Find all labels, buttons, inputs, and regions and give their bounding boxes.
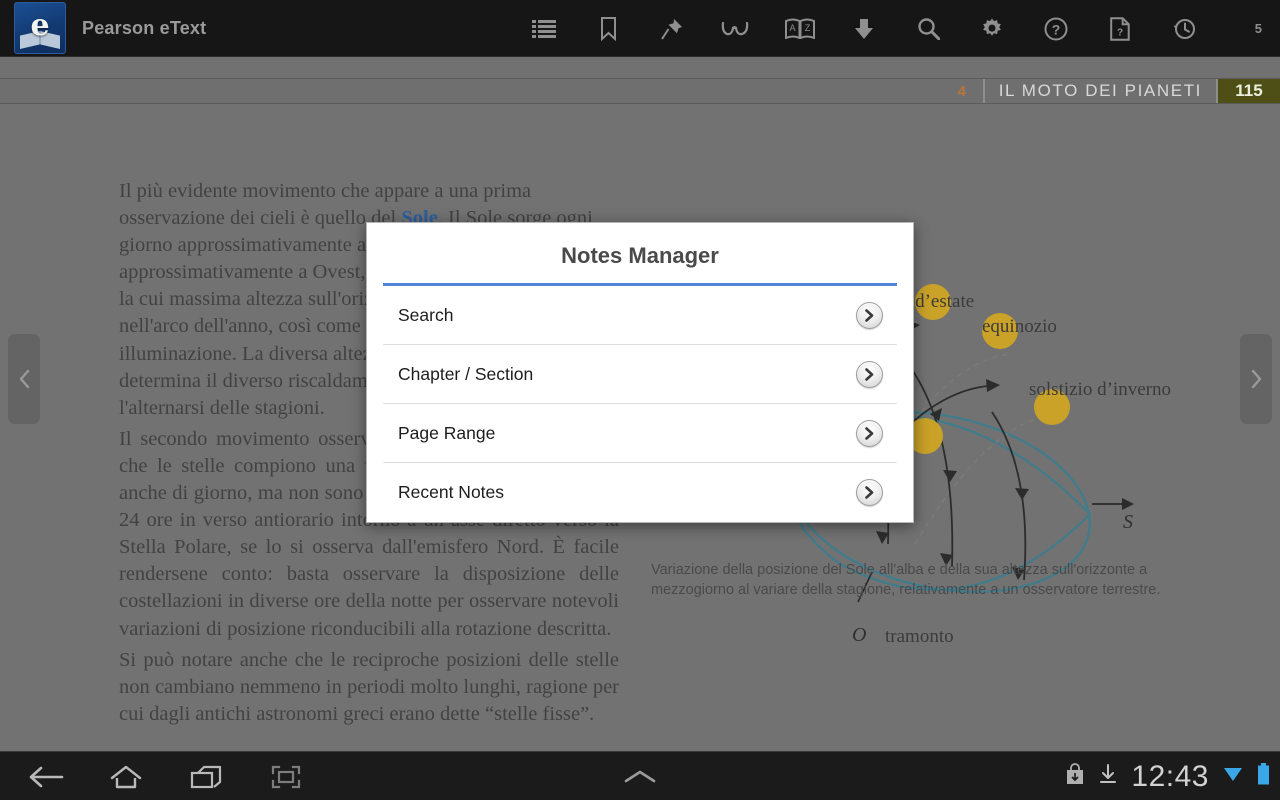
dialog-title: Notes Manager: [561, 243, 719, 268]
notes-chapter-section-label: Chapter / Section: [398, 363, 534, 384]
modal-overlay[interactable]: Notes Manager Search Chapter / Section P…: [0, 0, 1280, 800]
app-install-icon: [1065, 763, 1085, 790]
nav-buttons: [6, 752, 326, 800]
android-navigation-bar: 12:43: [0, 751, 1280, 800]
battery-icon: [1257, 763, 1270, 790]
expand-handle-button[interactable]: [600, 752, 680, 800]
notes-recent-label: Recent Notes: [398, 482, 505, 502]
logo-letter: e: [30, 7, 50, 43]
chevron-right-icon[interactable]: [856, 360, 883, 388]
notes-page-range-label: Page Range: [398, 422, 496, 443]
recent-apps-button[interactable]: [166, 752, 246, 800]
chevron-right-icon[interactable]: [856, 419, 883, 447]
notes-recent-row[interactable]: Recent Notes: [383, 463, 897, 522]
chevron-right-icon[interactable]: [856, 301, 883, 329]
back-button[interactable]: [6, 752, 86, 800]
download-status-icon: [1099, 763, 1117, 790]
notes-chapter-section-row[interactable]: Chapter / Section: [383, 345, 897, 404]
screenshot-button[interactable]: [246, 752, 326, 800]
chevron-right-icon[interactable]: [856, 479, 883, 506]
notes-search-row[interactable]: Search: [383, 286, 897, 345]
system-clock: 12:43: [1131, 759, 1209, 793]
notes-manager-dialog: Notes Manager Search Chapter / Section P…: [366, 222, 914, 523]
wifi-icon: [1223, 765, 1243, 788]
notes-search-label: Search: [398, 304, 454, 325]
tablet-screen: e Pearson eText A Z ? ? 5 4 IL MOTO DEI …: [0, 0, 1280, 800]
home-button[interactable]: [86, 752, 166, 800]
notes-page-range-row[interactable]: Page Range: [383, 404, 897, 463]
status-area[interactable]: 12:43: [1065, 752, 1270, 800]
